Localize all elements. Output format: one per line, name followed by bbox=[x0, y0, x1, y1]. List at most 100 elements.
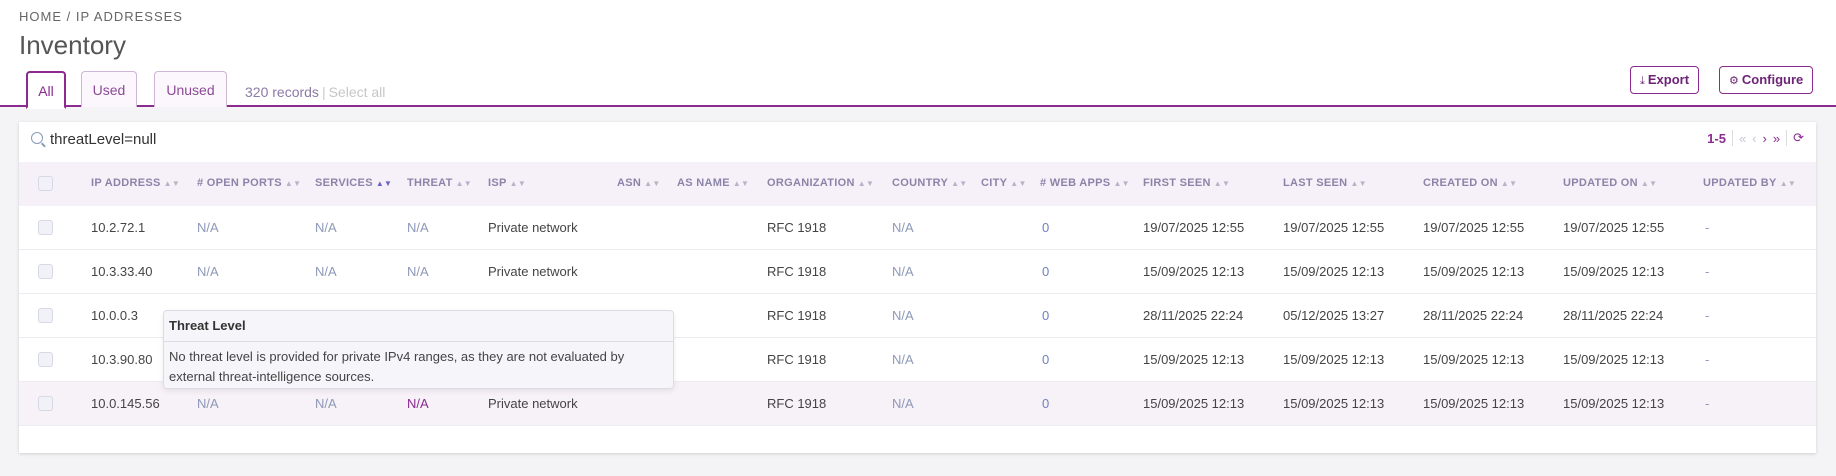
sort-icon: ▲▼ bbox=[1213, 179, 1231, 188]
threat-level-tooltip: Threat Level No threat level is provided… bbox=[163, 310, 674, 389]
tab-all[interactable]: All bbox=[26, 71, 66, 109]
sort-icon: ▲▼ bbox=[1113, 179, 1130, 188]
col-updated-on[interactable]: UPDATED ON ▲▼ bbox=[1563, 177, 1657, 189]
page-header: HOME / IP ADDRESSES Inventory All Used U… bbox=[0, 0, 1836, 109]
cell-updated-on: 15/09/2025 12:13 bbox=[1563, 396, 1665, 411]
cell-ip: 10.3.33.40 bbox=[91, 264, 153, 279]
pager-divider bbox=[1731, 130, 1733, 146]
cell-web-apps[interactable]: 0 bbox=[1042, 308, 1049, 323]
col-last-seen[interactable]: LAST SEEN ▲▼ bbox=[1283, 177, 1367, 189]
configure-button-label: Configure bbox=[1741, 72, 1804, 87]
col-isp[interactable]: ISP ▲▼ bbox=[488, 177, 526, 189]
table-row[interactable]: 10.2.72.1 N/A N/A N/A Private network RF… bbox=[19, 206, 1816, 250]
cell-last-seen: 15/09/2025 12:13 bbox=[1283, 396, 1385, 411]
cell-threat[interactable]: N/A bbox=[407, 396, 429, 411]
sort-icon: ▲▼ bbox=[857, 179, 875, 188]
cell-org: RFC 1918 bbox=[767, 220, 827, 235]
cell-services: N/A bbox=[315, 220, 337, 235]
cell-updated-on: 15/09/2025 12:13 bbox=[1563, 352, 1665, 367]
cell-first-seen: 15/09/2025 12:13 bbox=[1143, 352, 1245, 367]
cell-first-seen: 28/11/2025 22:24 bbox=[1143, 308, 1244, 323]
prev-page-button[interactable]: ‹ bbox=[1752, 131, 1756, 146]
sort-icon: ▲▼ bbox=[1779, 179, 1797, 188]
select-all-checkbox[interactable] bbox=[38, 176, 53, 191]
cell-country: N/A bbox=[892, 220, 914, 235]
cell-first-seen: 15/09/2025 12:13 bbox=[1143, 264, 1245, 279]
export-button[interactable]: ⤓ Export bbox=[1630, 66, 1700, 94]
cell-web-apps[interactable]: 0 bbox=[1042, 396, 1049, 411]
table-row[interactable]: 10.3.33.40 N/A N/A N/A Private network R… bbox=[19, 250, 1816, 294]
cell-web-apps[interactable]: 0 bbox=[1042, 220, 1049, 235]
cell-last-seen: 19/07/2025 12:55 bbox=[1283, 220, 1385, 235]
cell-last-seen: 15/09/2025 12:13 bbox=[1283, 352, 1385, 367]
col-country[interactable]: COUNTRY ▲▼ bbox=[892, 177, 968, 189]
pager-divider bbox=[1786, 130, 1788, 146]
cell-org: RFC 1918 bbox=[767, 308, 827, 323]
cell-isp: Private network bbox=[488, 220, 578, 235]
tab-unused[interactable]: Unused bbox=[154, 71, 227, 107]
refresh-icon[interactable]: ⟳ bbox=[1793, 130, 1804, 146]
cell-created-on: 19/07/2025 12:55 bbox=[1423, 220, 1525, 235]
sort-icon: ▲▼ bbox=[509, 179, 527, 188]
cell-services: N/A bbox=[315, 264, 337, 279]
cell-first-seen: 19/07/2025 12:55 bbox=[1143, 220, 1245, 235]
col-asn[interactable]: ASN ▲▼ bbox=[617, 177, 661, 189]
last-page-button[interactable]: » bbox=[1773, 131, 1780, 146]
export-button-label: Export bbox=[1647, 72, 1690, 87]
cell-web-apps[interactable]: 0 bbox=[1042, 264, 1049, 279]
cell-last-seen: 15/09/2025 12:13 bbox=[1283, 264, 1385, 279]
select-all-link[interactable]: Select all bbox=[329, 84, 386, 100]
cell-org: RFC 1918 bbox=[767, 352, 827, 367]
search-icon bbox=[31, 132, 43, 144]
sort-icon: ▲▼ bbox=[455, 179, 473, 188]
cell-created-on: 15/09/2025 12:13 bbox=[1423, 396, 1525, 411]
row-checkbox[interactable] bbox=[38, 396, 53, 411]
search-input[interactable] bbox=[50, 131, 650, 148]
col-web-apps[interactable]: # WEB APPS ▲▼ bbox=[1040, 177, 1130, 189]
tooltip-divider bbox=[164, 341, 673, 342]
page-range: 1-5 bbox=[1707, 130, 1726, 146]
cell-ports: N/A bbox=[197, 264, 219, 279]
cell-ip: 10.2.72.1 bbox=[91, 220, 146, 235]
tooltip-title: Threat Level bbox=[169, 318, 246, 333]
cell-last-seen: 05/12/2025 13:27 bbox=[1283, 308, 1385, 323]
inventory-panel: 1-5 « ‹ › » ⟳ IP ADDRESS▲▼ # OPEN PORTS▲… bbox=[19, 122, 1816, 453]
cell-ip: 10.0.145.56 bbox=[91, 396, 160, 411]
cell-web-apps[interactable]: 0 bbox=[1042, 352, 1049, 367]
col-organization[interactable]: ORGANIZATION ▲▼ bbox=[767, 177, 874, 189]
breadcrumb-separator: / bbox=[62, 9, 76, 24]
col-city[interactable]: CITY ▲▼ bbox=[981, 177, 1027, 189]
cell-country: N/A bbox=[892, 264, 914, 279]
col-first-seen[interactable]: FIRST SEEN ▲▼ bbox=[1143, 177, 1230, 189]
records-info: 320 records | Select all bbox=[245, 84, 385, 100]
col-updated-by[interactable]: UPDATED BY ▲▼ bbox=[1703, 177, 1796, 189]
first-page-button[interactable]: « bbox=[1739, 131, 1746, 146]
tab-used[interactable]: Used bbox=[81, 71, 137, 107]
cell-isp: Private network bbox=[488, 396, 578, 411]
cell-created-on: 15/09/2025 12:13 bbox=[1423, 352, 1525, 367]
col-open-ports[interactable]: # OPEN PORTS ▲▼ bbox=[197, 177, 301, 189]
col-as-name[interactable]: AS NAME ▲▼ bbox=[677, 177, 749, 189]
row-checkbox[interactable] bbox=[38, 308, 53, 323]
breadcrumb-current: IP ADDRESSES bbox=[75, 9, 183, 24]
cell-updated-by: - bbox=[1705, 352, 1710, 367]
table-header: IP ADDRESS ▲▼ # OPEN PORTS ▲▼ SERVICES ▲▼ T… bbox=[19, 162, 1816, 206]
sort-icon: ▲▼ bbox=[732, 179, 750, 188]
next-page-button[interactable]: › bbox=[1763, 131, 1767, 146]
row-checkbox[interactable] bbox=[38, 264, 53, 279]
col-created-on[interactable]: CREATED ON ▲▼ bbox=[1423, 177, 1517, 189]
row-checkbox[interactable] bbox=[38, 220, 53, 235]
download-icon: ⤓ bbox=[1640, 75, 1645, 87]
cell-threat[interactable]: N/A bbox=[407, 264, 429, 279]
col-services[interactable]: SERVICES ▲▼ bbox=[315, 177, 392, 189]
cell-threat[interactable]: N/A bbox=[407, 220, 429, 235]
row-checkbox[interactable] bbox=[38, 352, 53, 367]
cell-updated-by: - bbox=[1705, 264, 1710, 279]
col-ip-address[interactable]: IP ADDRESS ▲▼ bbox=[91, 177, 180, 189]
cell-org: RFC 1918 bbox=[767, 396, 827, 411]
col-threat[interactable]: THREAT ▲▼ bbox=[407, 177, 472, 189]
breadcrumb-home[interactable]: HOME bbox=[19, 9, 62, 24]
tooltip-body: No threat level is provided for private … bbox=[169, 349, 625, 384]
configure-button[interactable]: ⚙ Configure bbox=[1719, 66, 1814, 94]
cell-updated-by: - bbox=[1705, 308, 1710, 323]
